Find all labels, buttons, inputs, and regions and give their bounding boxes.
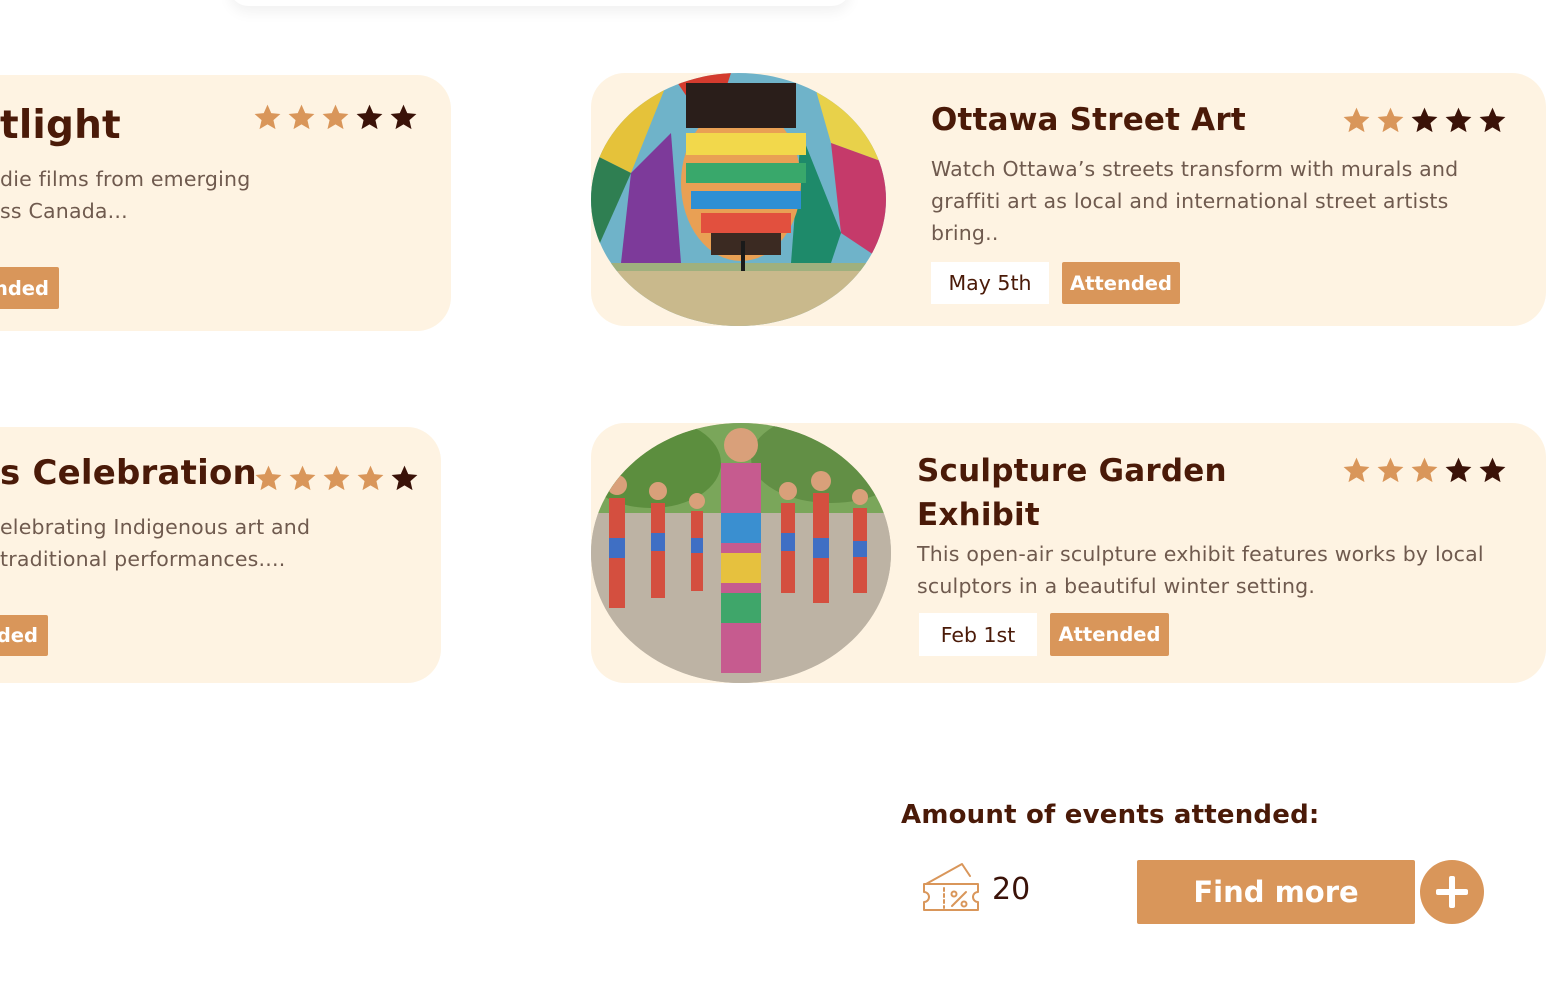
star-icon xyxy=(254,104,281,130)
rating-stars xyxy=(1341,105,1508,136)
events-attended-count: 20 xyxy=(992,872,1031,907)
event-card-indigenous-celebration[interactable]: s Celebration elebrating Indigenous art … xyxy=(0,427,441,683)
attended-badge: Attended xyxy=(1050,613,1169,656)
event-title: s Celebration xyxy=(0,453,257,493)
star-icon xyxy=(357,465,384,491)
star-icon xyxy=(390,104,417,130)
rating-stars xyxy=(1341,455,1508,486)
rating-stars xyxy=(252,102,419,133)
star-icon xyxy=(1343,457,1370,483)
star-icon xyxy=(323,465,350,491)
event-image-sculpture-garden xyxy=(591,423,891,683)
star-icon xyxy=(322,104,349,130)
event-title: Sculpture Garden Exhibit xyxy=(917,453,1227,533)
star-icon xyxy=(356,104,383,130)
attended-badge: nded xyxy=(0,267,59,309)
star-icon xyxy=(391,465,418,491)
star-icon xyxy=(1377,457,1404,483)
event-title: tlight xyxy=(0,103,121,148)
star-icon xyxy=(1411,457,1438,483)
star-icon xyxy=(1411,107,1438,133)
event-description: elebrating Indigenous art and traditiona… xyxy=(0,515,311,571)
star-icon xyxy=(289,465,316,491)
star-icon xyxy=(1343,107,1370,133)
event-description: This open-air sculpture exhibit features… xyxy=(917,542,1484,598)
attended-badge: ded xyxy=(0,615,48,656)
plus-circle-icon[interactable] xyxy=(1420,860,1484,924)
events-attended-label: Amount of events attended: xyxy=(901,800,1320,830)
top-search-bar-shadow xyxy=(230,0,850,6)
event-description: die films from emerging ss Canada... xyxy=(0,167,251,223)
event-image-street-mural xyxy=(591,73,886,326)
event-date: Feb 1st xyxy=(919,613,1037,656)
star-icon xyxy=(1479,457,1506,483)
star-icon xyxy=(288,104,315,130)
attended-badge: Attended xyxy=(1062,262,1180,304)
star-icon xyxy=(1445,457,1472,483)
star-icon xyxy=(1479,107,1506,133)
event-date: May 5th xyxy=(931,262,1049,304)
star-icon xyxy=(1377,107,1404,133)
star-icon xyxy=(1445,107,1472,133)
find-more-button[interactable]: Find more xyxy=(1137,860,1415,924)
star-icon xyxy=(255,465,282,491)
rating-stars xyxy=(253,463,420,494)
event-description: Watch Ottawa’s streets transform with mu… xyxy=(931,157,1459,245)
ticket-discount-icon xyxy=(920,858,980,914)
event-card-film-spotlight[interactable]: tlight die films from emerging ss Canada… xyxy=(0,75,451,331)
event-title: Ottawa Street Art xyxy=(931,102,1246,138)
